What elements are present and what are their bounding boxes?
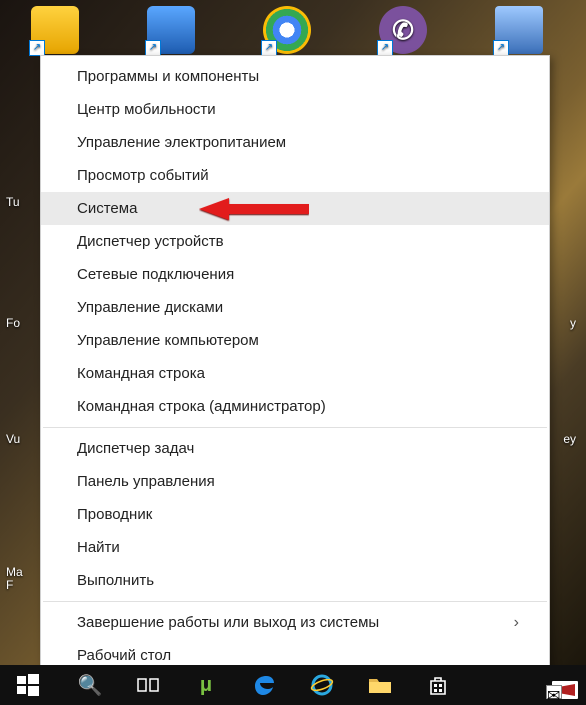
- menu-item-label: Командная строка (администратор): [77, 398, 326, 415]
- taskbar-store[interactable]: [418, 669, 458, 701]
- menu-item-network-connections[interactable]: Сетевые подключения: [41, 258, 549, 291]
- edge-icon: [252, 673, 276, 697]
- vmware-icon: ↗: [31, 6, 79, 54]
- search-icon: 🔍: [78, 673, 103, 698]
- desktop-background: ↗ V ↗ ↗ ✆↗ ↗ ot Tu Fo Vu Ma F y ey Прогр…: [0, 0, 586, 705]
- menu-item-shutdown-or-signout[interactable]: Завершение работы или выход из системы ›: [41, 606, 549, 639]
- chevron-right-icon: ›: [514, 614, 519, 632]
- menu-item-run[interactable]: Выполнить: [41, 564, 549, 597]
- menu-item-label: Управление дисками: [77, 299, 223, 316]
- utorrent-icon: μ: [200, 674, 212, 697]
- menu-item-power-options[interactable]: Управление электропитанием: [41, 126, 549, 159]
- menu-item-label: Рабочий стол: [77, 647, 171, 664]
- menu-item-task-manager[interactable]: Диспетчер задач: [41, 432, 549, 465]
- menu-separator: [43, 601, 547, 602]
- menu-item-label: Диспетчер устройств: [77, 233, 224, 250]
- truncated-label: F: [6, 578, 13, 592]
- menu-item-command-prompt[interactable]: Командная строка: [41, 357, 549, 390]
- wizard-icon: ↗: [147, 6, 195, 54]
- shortcut-arrow-icon: ↗: [493, 40, 509, 56]
- menu-item-label: Просмотр событий: [77, 167, 209, 184]
- mail-notification-icon[interactable]: ✉: [546, 685, 562, 699]
- taskbar-edge[interactable]: [244, 669, 284, 701]
- truncated-label: Ma: [6, 565, 23, 579]
- menu-item-programs-and-features[interactable]: Программы и компоненты: [41, 60, 549, 93]
- menu-item-computer-management[interactable]: Управление компьютером: [41, 324, 549, 357]
- truncated-label: Vu: [6, 432, 20, 446]
- shortcut-arrow-icon: ↗: [29, 40, 45, 56]
- phone-icon: ✆: [392, 15, 414, 46]
- menu-item-disk-management[interactable]: Управление дисками: [41, 291, 549, 324]
- menu-item-label: Выполнить: [77, 572, 154, 589]
- folder-icon: [368, 675, 392, 695]
- menu-item-label: Диспетчер задач: [77, 440, 194, 457]
- menu-item-system[interactable]: Система: [41, 192, 549, 225]
- chrome-icon: ↗: [263, 6, 311, 54]
- truncated-label: y: [570, 316, 576, 330]
- menu-item-label: Найти: [77, 539, 120, 556]
- menu-item-label: Управление электропитанием: [77, 134, 286, 151]
- shortcut-arrow-icon: ↗: [377, 40, 393, 56]
- system-tray[interactable]: ✉: [552, 681, 578, 699]
- menu-item-label: Программы и компоненты: [77, 68, 259, 85]
- menu-item-file-explorer[interactable]: Проводник: [41, 498, 549, 531]
- menu-item-label: Система: [77, 200, 137, 217]
- menu-item-label: Командная строка: [77, 365, 205, 382]
- taskbar: 🔍 μ: [0, 665, 586, 705]
- taskbar-taskview-button[interactable]: [128, 669, 168, 701]
- menu-item-label: Панель управления: [77, 473, 215, 490]
- annotation-arrow-icon: [199, 196, 309, 222]
- shortcut-arrow-icon: ↗: [145, 40, 161, 56]
- menu-item-event-viewer[interactable]: Просмотр событий: [41, 159, 549, 192]
- scanner-icon: ↗: [495, 6, 543, 54]
- taskbar-app[interactable]: μ: [186, 669, 226, 701]
- winx-context-menu: Программы и компоненты Центр мобильности…: [40, 55, 550, 677]
- menu-item-search[interactable]: Найти: [41, 531, 549, 564]
- truncated-label: Fo: [6, 316, 20, 330]
- menu-item-label: Проводник: [77, 506, 152, 523]
- task-view-icon: [137, 676, 159, 694]
- menu-item-command-prompt-admin[interactable]: Командная строка (администратор): [41, 390, 549, 423]
- viber-icon: ✆↗: [379, 6, 427, 54]
- truncated-label: ey: [563, 432, 576, 446]
- menu-item-label: Сетевые подключения: [77, 266, 234, 283]
- menu-item-label: Центр мобильности: [77, 101, 216, 118]
- truncated-label: Tu: [6, 195, 20, 209]
- menu-item-label: Управление компьютером: [77, 332, 259, 349]
- ie-icon: [310, 673, 334, 697]
- taskbar-explorer[interactable]: [360, 669, 400, 701]
- store-icon: [427, 674, 449, 696]
- menu-item-device-manager[interactable]: Диспетчер устройств: [41, 225, 549, 258]
- start-button[interactable]: [4, 669, 52, 701]
- taskbar-ie[interactable]: [302, 669, 342, 701]
- windows-logo-icon: [17, 674, 39, 696]
- menu-item-label: Завершение работы или выход из системы: [77, 614, 379, 631]
- shortcut-arrow-icon: ↗: [261, 40, 277, 56]
- menu-item-mobility-center[interactable]: Центр мобильности: [41, 93, 549, 126]
- menu-separator: [43, 427, 547, 428]
- taskbar-search-button[interactable]: 🔍: [70, 669, 110, 701]
- menu-item-control-panel[interactable]: Панель управления: [41, 465, 549, 498]
